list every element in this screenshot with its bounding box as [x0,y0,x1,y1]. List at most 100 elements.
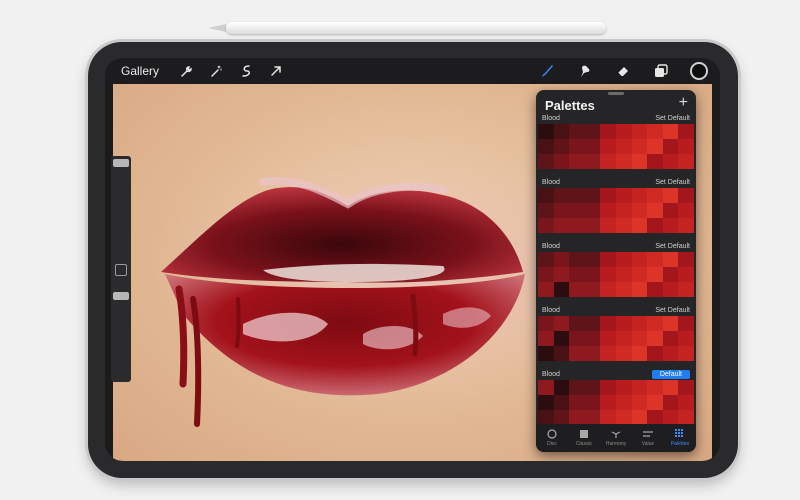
color-swatch[interactable] [584,218,601,233]
color-swatch[interactable] [569,252,585,267]
color-swatch[interactable] [616,331,632,346]
add-palette-button[interactable]: + [679,94,688,112]
color-swatch[interactable] [569,139,585,154]
color-swatch[interactable] [616,410,632,425]
color-swatch[interactable] [631,252,648,267]
color-swatch[interactable] [553,139,570,154]
color-swatch[interactable] [662,331,679,346]
color-swatch[interactable] [584,124,601,139]
palette-card[interactable]: Blood Set Default [538,112,694,176]
selection-icon[interactable] [231,58,261,84]
color-swatch[interactable] [647,380,663,395]
color-swatch[interactable] [631,395,648,410]
color-swatch[interactable] [678,331,694,346]
color-swatch[interactable] [584,410,601,425]
tab-disc[interactable]: Disc [537,429,567,447]
color-swatch[interactable] [584,252,601,267]
color-swatch[interactable] [538,203,554,218]
color-swatch[interactable] [569,346,585,361]
smudge-icon[interactable] [572,59,598,83]
color-swatch[interactable] [569,395,585,410]
color-swatch[interactable] [553,331,570,346]
color-swatch[interactable] [600,267,616,282]
color-swatch[interactable] [662,218,679,233]
transform-arrow-icon[interactable] [261,58,291,84]
color-swatch[interactable] [662,346,679,361]
color-swatch[interactable] [553,282,570,297]
color-swatch[interactable] [553,380,570,395]
color-swatch[interactable] [662,139,679,154]
color-swatch[interactable] [600,316,616,331]
color-swatch[interactable] [584,395,601,410]
color-swatch[interactable] [616,267,632,282]
color-swatch[interactable] [631,331,648,346]
color-swatch[interactable] [662,380,679,395]
color-swatch[interactable] [678,380,694,395]
color-swatch[interactable] [647,124,663,139]
color-swatch[interactable] [538,410,554,425]
color-swatch[interactable] [538,188,554,203]
brush-icon[interactable] [534,59,560,83]
default-badge[interactable]: Default [651,369,690,379]
color-swatch[interactable] [616,188,632,203]
color-swatch[interactable] [538,282,554,297]
color-swatch[interactable] [569,316,585,331]
color-swatch[interactable] [538,316,554,331]
opacity-handle[interactable] [113,292,129,300]
color-swatch[interactable] [616,203,632,218]
color-swatch[interactable] [584,331,601,346]
color-swatch[interactable] [538,346,554,361]
palette-card[interactable]: Blood Default [538,368,694,432]
color-swatch[interactable] [662,252,679,267]
color-swatch[interactable] [678,188,694,203]
color-swatch[interactable] [584,346,601,361]
color-swatch[interactable] [569,154,585,169]
color-swatch[interactable] [662,395,679,410]
color-swatch[interactable] [662,267,679,282]
color-swatch[interactable] [616,252,632,267]
palette-card[interactable]: Blood Set Default [538,240,694,304]
color-picker-button[interactable] [686,59,712,83]
tab-palettes[interactable]: Palettes [665,429,695,447]
color-swatch[interactable] [616,395,632,410]
color-swatch[interactable] [553,154,570,169]
color-swatch[interactable] [538,331,554,346]
color-swatch[interactable] [631,139,648,154]
tab-value[interactable]: Value [633,429,663,447]
eraser-icon[interactable] [610,59,636,83]
color-swatch[interactable] [616,218,632,233]
color-swatch[interactable] [553,252,570,267]
color-swatch[interactable] [647,282,663,297]
palette-card[interactable]: Blood Set Default [538,304,694,368]
color-swatch[interactable] [569,380,585,395]
color-swatch[interactable] [678,267,694,282]
color-swatch[interactable] [616,154,632,169]
color-swatch[interactable] [647,139,663,154]
color-swatch[interactable] [553,203,570,218]
color-swatch[interactable] [647,346,663,361]
color-swatch[interactable] [584,203,601,218]
color-swatch[interactable] [647,395,663,410]
color-swatch[interactable] [616,380,632,395]
color-swatch[interactable] [600,252,616,267]
color-swatch[interactable] [553,346,570,361]
color-swatch[interactable] [678,203,694,218]
set-default-button[interactable]: Set Default [655,243,690,250]
color-swatch[interactable] [569,188,585,203]
palette-card[interactable]: Blood Set Default [538,176,694,240]
color-swatch[interactable] [569,410,585,425]
color-swatch[interactable] [600,380,616,395]
color-swatch[interactable] [600,395,616,410]
layers-icon[interactable] [648,59,674,83]
color-swatch[interactable] [538,154,554,169]
color-swatch[interactable] [678,346,694,361]
color-swatch[interactable] [678,316,694,331]
color-swatch[interactable] [600,154,616,169]
color-swatch[interactable] [538,252,554,267]
color-swatch[interactable] [553,395,570,410]
color-swatch[interactable] [631,380,648,395]
color-swatch[interactable] [631,316,648,331]
color-swatch[interactable] [662,316,679,331]
color-swatch[interactable] [678,282,694,297]
color-swatch[interactable] [631,282,648,297]
